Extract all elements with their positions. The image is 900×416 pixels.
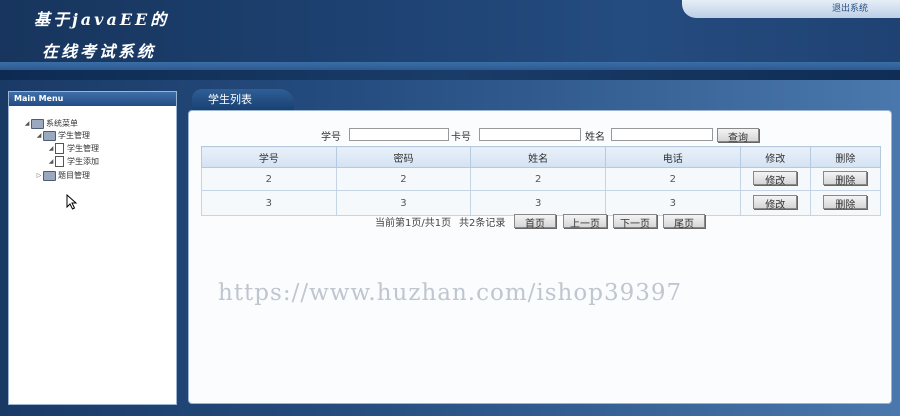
folder-icon [31,118,44,129]
next-page-button[interactable]: 下一页 [613,214,657,230]
header-band [0,62,900,70]
page-status: 当前第1页/共1页 [375,218,452,229]
cell-id: 3 [201,190,337,216]
document-icon [55,156,64,167]
main-panel: 学号 卡号 姓名 查询 学号 密码 姓名 电话 修改 删除 2 2 2 2 修改 [188,110,892,404]
column-header-phone: 电话 [604,146,741,168]
cell-delete: 删除 [809,190,882,216]
logout-button[interactable]: 退出系统 [832,1,868,14]
expand-arrow-icon[interactable]: ◢ [35,132,43,139]
app-title-line2: 在线考试系统 [42,42,157,61]
app-header: 基于javaEE的 在线考试系统 退出系统 [0,0,900,62]
tree-node-student-mgmt[interactable]: ◢ 学生管理 [35,130,90,141]
sidebar-title: Main Menu [9,92,176,106]
delete-button[interactable]: 删除 [823,195,868,211]
column-header-password: 密码 [335,146,472,168]
first-page-button[interactable]: 首页 [514,214,556,230]
search-bar: 学号 卡号 姓名 查询 [189,128,891,144]
tree-node-student-list[interactable]: ◢ 学生管理 [47,143,99,154]
last-page-button[interactable]: 尾页 [663,214,705,230]
name-input[interactable] [611,128,713,141]
watermark-text: https://www.huzhan.com/ishop39397 [218,280,683,306]
table-row: 3 3 3 3 修改 删除 [201,190,882,216]
cell-phone: 2 [604,167,741,191]
header-band-dark [0,70,900,80]
cell-phone: 3 [604,190,741,216]
sidebar: Main Menu ◢ 系统菜单 ◢ 学生管理 ◢ 学生管理 ◢ 学生添加 ▷ … [8,91,177,405]
tree-node-root[interactable]: ◢ 系统菜单 [23,118,78,129]
prev-page-button[interactable]: 上一页 [563,214,607,230]
cell-edit: 修改 [739,190,811,216]
table-header-row: 学号 密码 姓名 电话 修改 删除 [201,146,882,168]
student-id-input[interactable] [349,128,449,141]
record-count: 共2条记录 [459,218,506,229]
name-label: 姓名 [585,132,605,143]
cell-delete: 删除 [809,167,882,191]
tree-label-student-add: 学生添加 [67,157,99,166]
document-icon [55,143,64,154]
tree-label-root: 系统菜单 [46,119,78,128]
column-header-edit: 修改 [739,146,811,168]
header-tab: 退出系统 [682,0,900,18]
card-no-input[interactable] [479,128,581,141]
cell-name: 2 [470,167,606,191]
student-id-label: 学号 [321,132,341,143]
column-header-delete: 删除 [809,146,882,168]
collapse-arrow-icon[interactable]: ▷ [35,172,43,179]
student-table: 学号 密码 姓名 电话 修改 删除 2 2 2 2 修改 删除 3 3 3 3 [201,146,882,216]
cell-id: 2 [201,167,337,191]
column-header-id: 学号 [201,146,337,168]
expand-arrow-icon[interactable]: ◢ [23,120,31,127]
folder-icon [43,170,56,181]
tree-label-student-mgmt: 学生管理 [58,131,90,140]
card-no-label: 卡号 [451,132,471,143]
cell-edit: 修改 [739,167,811,191]
expand-arrow-icon: ◢ [48,158,54,165]
edit-button[interactable]: 修改 [753,195,798,211]
delete-button[interactable]: 删除 [823,171,868,187]
tree-node-question-mgmt[interactable]: ▷ 题目管理 [35,170,90,181]
expand-arrow-icon: ◢ [48,145,54,152]
edit-button[interactable]: 修改 [753,171,798,187]
search-button[interactable]: 查询 [717,128,759,144]
cell-name: 3 [470,190,606,216]
mouse-cursor-icon [66,194,78,210]
tree-label-student-list: 学生管理 [67,144,99,153]
app-title-line1: 基于javaEE的 [34,10,170,29]
cell-password: 2 [335,167,472,191]
pagination: 当前第1页/共1页 共2条记录 首页 上一页 下一页 尾页 [189,214,891,230]
table-row: 2 2 2 2 修改 删除 [201,167,882,191]
folder-icon [43,130,56,141]
cell-password: 3 [335,190,472,216]
tree-node-student-add[interactable]: ◢ 学生添加 [47,156,99,167]
tree-label-question-mgmt: 题目管理 [58,171,90,180]
column-header-name: 姓名 [470,146,606,168]
tab-student-list[interactable]: 学生列表 [192,89,294,111]
